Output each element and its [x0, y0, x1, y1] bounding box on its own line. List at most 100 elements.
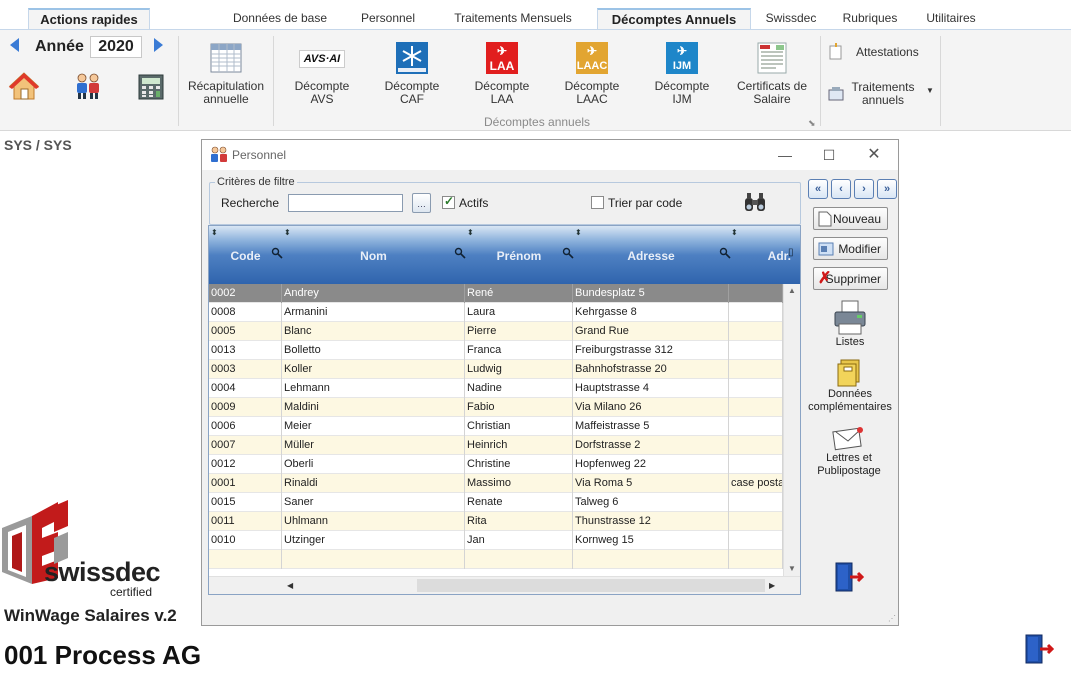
donnees-complementaires-button[interactable]: Données complémentaires — [806, 358, 894, 414]
maximize-button[interactable]: ☐ — [809, 144, 849, 166]
cell-nom: Blanc — [282, 322, 465, 341]
cell-adr — [729, 417, 783, 436]
cell-adresse: Thunstrasse 12 — [573, 512, 729, 531]
listes-button[interactable]: Listes — [824, 300, 876, 349]
search-input[interactable] — [288, 194, 403, 212]
table-row[interactable]: 0013 Bolletto Franca Freiburgstrasse 312 — [209, 341, 783, 360]
filter-legend: Critères de filtre — [215, 176, 297, 188]
table-row[interactable]: 0001 Rinaldi Massimo Via Roma 5 case posta — [209, 474, 783, 493]
column-header-adresse[interactable]: ⬍ Adresse — [573, 226, 731, 284]
attestations-button[interactable]: Attestations — [828, 43, 928, 62]
dialog-launcher-icon[interactable]: ⬊ — [808, 118, 816, 129]
cell-prenom: Christian — [465, 417, 573, 436]
column-header-nom[interactable]: ⬍ Nom — [282, 226, 466, 284]
sort-icon: ⬍ — [467, 228, 474, 237]
cell-nom: Oberli — [282, 455, 465, 474]
table-row[interactable]: 0002 Andrey René Bundesplatz 5 — [209, 284, 783, 303]
swissdec-certified: certified — [110, 585, 153, 599]
previous-record-button[interactable]: ‹ — [831, 179, 851, 199]
year-next-button[interactable] — [154, 38, 163, 52]
close-button[interactable]: ✕ — [854, 144, 894, 166]
decompte-laa-label: Décompte LAA — [474, 79, 530, 106]
home-icon[interactable] — [8, 70, 40, 102]
cell-adresse: Dorfstrasse 2 — [573, 436, 729, 455]
year-field[interactable]: 2020 — [90, 36, 142, 58]
employees-icon[interactable] — [74, 72, 102, 100]
nouveau-button[interactable]: Nouveau — [813, 207, 888, 230]
exit-door-icon[interactable] — [832, 561, 864, 593]
decompte-laac-button[interactable]: ✈ LAAC Décompte LAAC — [558, 42, 626, 106]
tab-donnees-de-base[interactable]: Données de base — [224, 8, 336, 30]
next-record-button[interactable]: › — [854, 179, 874, 199]
actifs-checkbox[interactable] — [442, 194, 455, 209]
traitements-annuels-button[interactable]: Traitements annuels ▼ — [828, 80, 938, 110]
horizontal-scroll-thumb[interactable] — [417, 579, 765, 592]
table-row[interactable]: 0005 Blanc Pierre Grand Rue — [209, 322, 783, 341]
vertical-scrollbar[interactable]: ▲ ▼ — [783, 284, 800, 576]
certificats-salaire-button[interactable]: Certificats de Salaire — [730, 42, 814, 106]
cell-nom — [282, 550, 465, 569]
year-prev-button[interactable] — [10, 38, 19, 52]
table-row[interactable]: 0003 Koller Ludwig Bahnhofstrasse 20 — [209, 360, 783, 379]
minimize-button[interactable]: — — [765, 144, 805, 166]
first-record-button[interactable]: « — [808, 179, 828, 199]
binoculars-icon[interactable] — [743, 192, 767, 212]
column-chooser-icon[interactable]: ▯ — [788, 247, 794, 258]
decompte-avs-button[interactable]: AVS·AI Décompte AVS — [288, 42, 356, 106]
cell-adr — [729, 550, 783, 569]
column-header-prenom[interactable]: ⬍ Prénom — [465, 226, 574, 284]
table-row[interactable]: 0007 Müller Heinrich Dorfstrasse 2 — [209, 436, 783, 455]
table-row[interactable]: 0012 Oberli Christine Hopfenweg 22 — [209, 455, 783, 474]
decompte-ijm-button[interactable]: ✈ IJM Décompte IJM — [648, 42, 716, 106]
table-row[interactable]: 0010 Utzinger Jan Kornweg 15 — [209, 531, 783, 550]
scroll-up-icon[interactable]: ▲ — [788, 286, 796, 295]
tab-actions-rapides[interactable]: Actions rapides — [28, 8, 150, 30]
tab-rubriques[interactable]: Rubriques — [836, 8, 904, 30]
company-name: 001 Process AG — [4, 640, 202, 670]
search-picker-button[interactable]: … — [412, 193, 431, 213]
cell-adr — [729, 303, 783, 322]
decompte-caf-button[interactable]: Décompte CAF — [378, 42, 446, 106]
tab-utilitaires[interactable]: Utilitaires — [918, 8, 984, 30]
cell-adresse: Kornweg 15 — [573, 531, 729, 550]
scroll-right-icon[interactable]: ▶ — [769, 581, 775, 590]
table-row[interactable]: 0015 Saner Renate Talweg 6 — [209, 493, 783, 512]
cell-nom: Koller — [282, 360, 465, 379]
modifier-button[interactable]: Modifier — [813, 237, 888, 260]
tab-swissdec[interactable]: Swissdec — [760, 8, 822, 30]
decompte-laa-button[interactable]: ✈ LAA Décompte LAA — [468, 42, 536, 106]
tab-traitements-mensuels[interactable]: Traitements Mensuels — [446, 8, 580, 30]
cell-adresse: Via Roma 5 — [573, 474, 729, 493]
last-record-button[interactable]: » — [877, 179, 897, 199]
trier-par-code-checkbox[interactable] — [591, 196, 604, 209]
column-header-adr[interactable]: ⬍ Adr. ▯ — [729, 226, 800, 284]
table-row[interactable]: 0009 Maldini Fabio Via Milano 26 — [209, 398, 783, 417]
resize-grip-icon[interactable]: ⋰ — [888, 614, 896, 623]
calculator-icon[interactable] — [138, 74, 164, 100]
recap-annuelle-button[interactable]: Récapitulation annuelle — [184, 42, 268, 106]
table-row[interactable]: 0011 Uhlmann Rita Thunstrasse 12 — [209, 512, 783, 531]
cell-code: 0004 — [209, 379, 282, 398]
tab-personnel[interactable]: Personnel — [354, 8, 422, 30]
user-label: SYS / SYS — [4, 137, 72, 153]
scroll-left-icon[interactable]: ◀ — [287, 581, 293, 590]
horizontal-scrollbar[interactable]: ◀ ▶ — [209, 576, 800, 594]
window-titlebar[interactable]: Personnel — ☐ ✕ — [202, 140, 898, 170]
lettres-publipostage-button[interactable]: Lettres et Publipostage — [808, 424, 890, 478]
tab-decomptes-annuels[interactable]: Décomptes Annuels — [597, 8, 751, 30]
table-row[interactable]: 0004 Lehmann Nadine Hauptstrasse 4 — [209, 379, 783, 398]
cell-prenom: Christine — [465, 455, 573, 474]
cell-adr — [729, 493, 783, 512]
table-row[interactable]: 0008 Armanini Laura Kehrgasse 8 — [209, 303, 783, 322]
table-row[interactable]: 0006 Meier Christian Maffeistrasse 5 — [209, 417, 783, 436]
exit-door-icon[interactable] — [1022, 633, 1054, 665]
cell-adresse: Grand Rue — [573, 322, 729, 341]
supprimer-button[interactable]: ✗ Supprimer — [813, 267, 888, 290]
cell-adr — [729, 322, 783, 341]
column-header-code[interactable]: ⬍ Code — [209, 226, 283, 284]
decompte-laac-label: Décompte LAAC — [564, 79, 620, 106]
scroll-down-icon[interactable]: ▼ — [788, 564, 796, 573]
table-row[interactable] — [209, 550, 783, 569]
cell-nom: Maldini — [282, 398, 465, 417]
cell-prenom: Pierre — [465, 322, 573, 341]
